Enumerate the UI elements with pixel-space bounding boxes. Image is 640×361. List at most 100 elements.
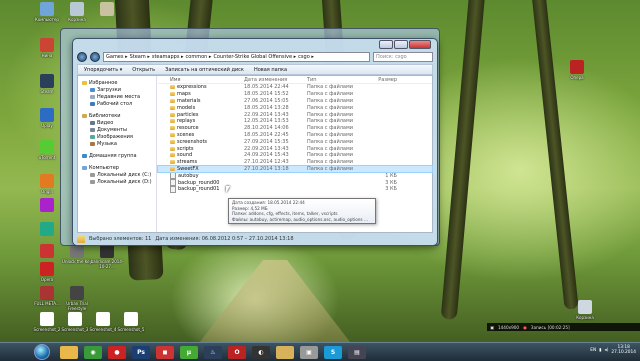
nav-item[interactable]: Недавние места bbox=[78, 93, 156, 100]
app5-taskbar-icon[interactable]: ◼ bbox=[156, 345, 174, 359]
file-row[interactable]: particles 22.09.2014 13:43 Папка с файлами bbox=[158, 111, 432, 118]
folder-icon bbox=[170, 153, 175, 158]
nav-item[interactable]: Музыка bbox=[78, 140, 156, 147]
toolbar-button[interactable]: Новая папка bbox=[254, 67, 287, 73]
desktop-icon[interactable]: Urban Trial Freestyle bbox=[60, 286, 94, 311]
file-row[interactable]: resource 28.10.2014 14:06 Папка с файлами bbox=[158, 125, 432, 132]
photoshop-taskbar-icon[interactable]: Ps bbox=[132, 345, 150, 359]
navigation-pane: Избранное Загрузки Недавние места Рабочий с… bbox=[78, 76, 157, 232]
folder-icon bbox=[170, 126, 175, 131]
desktop-icon[interactable]: bandicam 2014-10-27... bbox=[90, 244, 124, 269]
file-type: Папка с файлами bbox=[307, 145, 353, 152]
desktop-icon[interactable]: Opera bbox=[30, 262, 64, 282]
toolbar-button[interactable]: Упорядочить ▾ bbox=[84, 67, 122, 73]
explorer-taskbar-icon[interactable] bbox=[60, 345, 78, 359]
minimize-button[interactable] bbox=[379, 40, 393, 49]
opera-taskbar-icon[interactable]: O bbox=[228, 345, 246, 359]
app-icon bbox=[100, 244, 114, 258]
start-button[interactable] bbox=[34, 344, 50, 360]
file-name: scenes bbox=[177, 131, 195, 138]
breadcrumb-segment[interactable]: common ▸ bbox=[186, 54, 212, 60]
desktop-icon[interactable]: FULL META... bbox=[30, 286, 64, 306]
network-icon[interactable]: ▮ bbox=[599, 348, 601, 353]
file-row[interactable]: backup_round01 3 КБ bbox=[158, 185, 432, 193]
nav-label: Документы bbox=[97, 126, 127, 133]
desktop-icon[interactable]: Компьютер bbox=[30, 2, 64, 22]
column-header[interactable]: Имя bbox=[158, 77, 244, 83]
steam-taskbar-icon[interactable]: ♨ bbox=[204, 345, 222, 359]
nav-icon bbox=[82, 80, 87, 85]
nav-icon bbox=[90, 94, 95, 99]
desktop-icon[interactable]: uTorrent bbox=[30, 140, 64, 160]
toolbar-button[interactable]: Записать на оптический диск bbox=[165, 67, 244, 73]
desktop-icon[interactable]: Корзина bbox=[60, 2, 94, 22]
file-row[interactable]: materials 27.06.2014 15:05 Папка с файлами bbox=[158, 98, 432, 105]
chrome-taskbar-icon[interactable]: ◉ bbox=[84, 345, 102, 359]
file-row[interactable]: streams 27.10.2014 12:43 Папка с файлами bbox=[158, 159, 432, 166]
nav-item[interactable]: Локальный диск (D:) bbox=[78, 178, 156, 185]
file-row[interactable]: expressions 18.05.2014 22:44 Папка с файла… bbox=[158, 84, 432, 91]
desktop-icon[interactable]: Unlock the Key bbox=[60, 244, 94, 264]
file-row[interactable]: models 18.05.2014 13:28 Папка с файлами bbox=[158, 104, 432, 111]
file-row[interactable]: maps 18.05.2014 15:52 Папка с файлами bbox=[158, 91, 432, 98]
app9-taskbar-icon[interactable]: ◐ bbox=[252, 345, 270, 359]
clock[interactable]: 13:18 27.10.2014 bbox=[611, 345, 636, 355]
nav-item[interactable]: Загрузки bbox=[78, 86, 156, 93]
maximize-button[interactable] bbox=[394, 40, 408, 49]
breadcrumb-segment[interactable]: Games ▸ bbox=[106, 54, 128, 60]
nav-item[interactable]: Рабочий стол bbox=[78, 100, 156, 107]
desktop-icon[interactable]: Нина bbox=[30, 38, 64, 58]
nav-item[interactable]: Локальный диск (C:) bbox=[78, 171, 156, 178]
desktop-icon[interactable] bbox=[30, 244, 64, 259]
search-input[interactable]: Поиск: csgo bbox=[373, 51, 433, 62]
nav-item[interactable]: Изображения bbox=[78, 133, 156, 140]
nav-item[interactable]: Документы bbox=[78, 126, 156, 133]
column-header[interactable]: Размер bbox=[367, 77, 397, 83]
nav-label: Изображения bbox=[97, 133, 133, 140]
file-type: Папка с файлами bbox=[307, 152, 353, 159]
desktop-icon[interactable]: Steam bbox=[30, 74, 64, 94]
desktop-icon[interactable] bbox=[30, 222, 64, 237]
bandicam-taskbar-icon[interactable]: ● bbox=[108, 345, 126, 359]
desktop-icon[interactable]: Uplay bbox=[30, 108, 64, 128]
file-type: Папка с файлами bbox=[307, 118, 353, 125]
nav-item[interactable]: Избранное bbox=[78, 79, 156, 86]
desktop-icon[interactable] bbox=[30, 198, 64, 213]
column-header[interactable]: Дата изменения bbox=[244, 77, 307, 83]
file-row[interactable]: scenes 18.05.2014 22:45 Папка с файлами bbox=[158, 132, 432, 139]
forward-button[interactable] bbox=[90, 51, 100, 62]
app13-taskbar-icon[interactable]: ▤ bbox=[348, 345, 366, 359]
file-name: maps bbox=[177, 91, 191, 98]
file-row[interactable]: scripts 22.09.2014 13:43 Папка с файлами bbox=[158, 145, 432, 152]
breadcrumb-segment[interactable]: Counter-Strike Global Offensive ▸ bbox=[213, 54, 296, 60]
volume-icon[interactable]: ◂) bbox=[605, 348, 609, 353]
desktop-icon[interactable]: Screenshot_5 bbox=[114, 312, 148, 332]
file-row[interactable]: screenshots 27.09.2014 15:35 Папка с файла… bbox=[158, 138, 432, 145]
folder-icon bbox=[77, 235, 85, 243]
file-row[interactable]: replays 12.05.2014 13:53 Папка с файлами bbox=[158, 118, 432, 125]
desktop-icon[interactable]: Опера bbox=[560, 60, 594, 80]
back-button[interactable] bbox=[77, 51, 87, 62]
file-row[interactable]: sound 24.09.2014 15:43 Папка с файлами bbox=[158, 152, 432, 159]
app11-taskbar-icon[interactable]: ▣ bbox=[300, 345, 318, 359]
nav-item[interactable]: Библиотеки bbox=[78, 112, 156, 119]
breadcrumb-segment[interactable]: Steam ▸ bbox=[130, 54, 150, 60]
breadcrumb-segment[interactable]: csgo ▸ bbox=[298, 54, 314, 60]
utorrent-taskbar-icon[interactable]: µ bbox=[180, 345, 198, 359]
close-button[interactable] bbox=[409, 40, 431, 49]
nav-item[interactable]: Домашняя группа bbox=[78, 152, 156, 159]
file-type: Папка с файлами bbox=[307, 91, 353, 98]
address-bar[interactable]: Games ▸ Steam ▸ steamapps ▸ common ▸ Counter… bbox=[103, 51, 370, 62]
column-header[interactable]: Тип bbox=[307, 77, 367, 83]
breadcrumb-segment[interactable]: steamapps ▸ bbox=[152, 54, 184, 60]
folder-taskbar-icon[interactable] bbox=[276, 345, 294, 359]
desktop-icon[interactable]: Origin bbox=[30, 174, 64, 194]
desktop-icon[interactable]: Корзина bbox=[568, 300, 602, 320]
language-indicator[interactable]: EN bbox=[590, 348, 596, 353]
file-size: 1 КБ bbox=[385, 172, 397, 179]
desktop-icon[interactable] bbox=[90, 2, 124, 17]
toolbar-button[interactable]: Открыть bbox=[132, 67, 155, 73]
nav-item[interactable]: Компьютер bbox=[78, 164, 156, 171]
skype-taskbar-icon[interactable]: S bbox=[324, 345, 342, 359]
nav-item[interactable]: Видео bbox=[78, 119, 156, 126]
